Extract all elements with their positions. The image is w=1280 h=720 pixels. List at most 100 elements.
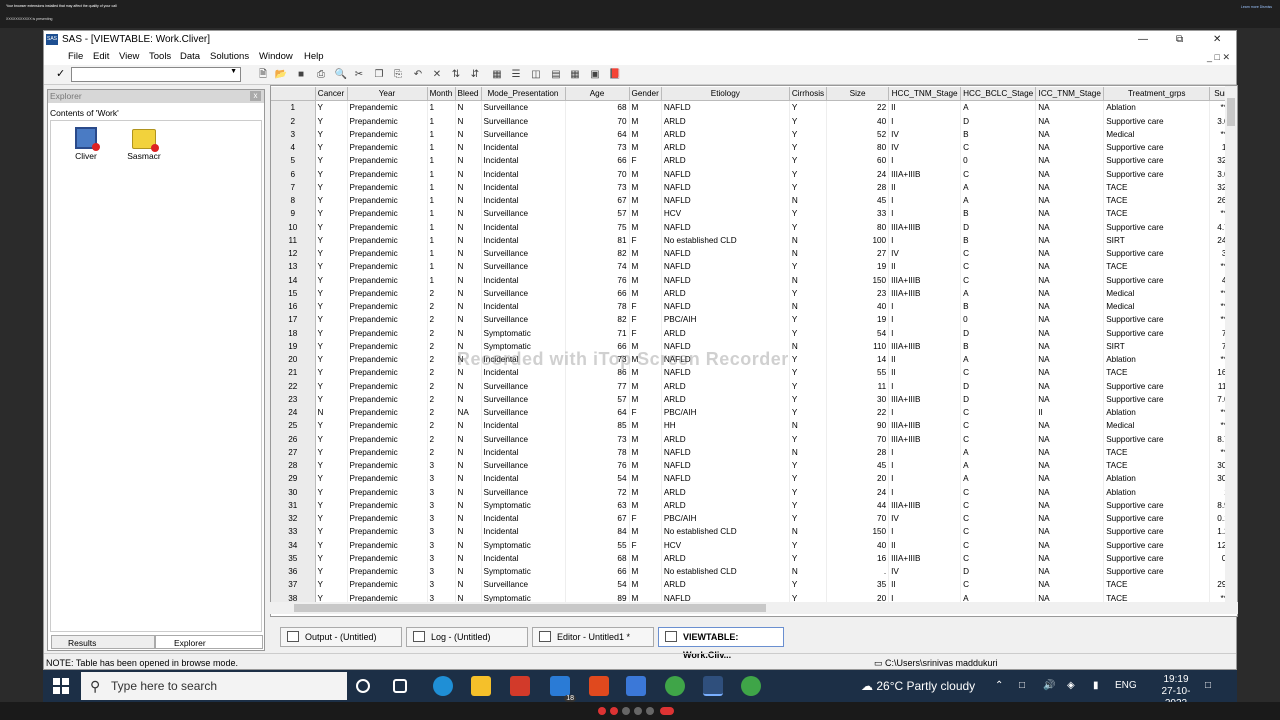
row-number[interactable]: 18 <box>271 326 316 340</box>
row-number[interactable]: 9 <box>271 207 316 221</box>
save-icon[interactable]: ■ <box>294 68 308 81</box>
tab-viewtable[interactable]: VIEWTABLE: Work.Cliv... <box>658 627 784 660</box>
table-row[interactable]: 2 Y Prepandemic 1 N Surveillance 70 M ARLD Y 40 I D N… <box>271 114 1237 128</box>
table-row[interactable]: 13 Y Prepandemic 1 N Surveillance 74 M NAFLD Y 19 I… <box>271 260 1237 274</box>
notice-actions[interactable]: Learn more Dismiss <box>1241 5 1272 9</box>
scroll-thumb[interactable] <box>294 604 766 612</box>
row-number[interactable]: 35 <box>271 551 316 565</box>
column-header[interactable]: Etiology <box>661 87 790 102</box>
menu-view[interactable]: View <box>119 49 139 65</box>
row-number[interactable]: 17 <box>271 313 316 327</box>
row-number[interactable]: 32 <box>271 512 316 526</box>
chevron-up-icon[interactable]: ⌃ <box>995 670 1003 702</box>
mail-icon[interactable]: 18 <box>550 676 576 702</box>
command-box[interactable]: ▼ <box>71 67 241 82</box>
tab-output[interactable]: Output - (Untitled) <box>280 627 402 647</box>
open-icon[interactable]: 📂 <box>274 68 288 81</box>
row-number[interactable]: 1 <box>271 100 316 115</box>
row-number[interactable]: 34 <box>271 538 316 552</box>
table-row[interactable]: 33 Y Prepandemic 3 N Incidental 84 M No establis… <box>271 525 1237 539</box>
table-row[interactable]: 24 N Prepandemic 2 NA Surveillance 64 F PBC/AIH Y… <box>271 406 1237 420</box>
delete-icon[interactable]: ✕ <box>430 68 444 81</box>
close-icon[interactable]: x <box>250 91 261 101</box>
network-icon[interactable]: ◈ <box>1067 670 1075 702</box>
menu-edit[interactable]: Edit <box>93 49 109 65</box>
row-number[interactable]: 36 <box>271 565 316 579</box>
dropdown-arrow-icon[interactable]: ▼ <box>230 68 237 75</box>
column-header[interactable]: Size <box>826 87 890 102</box>
table-row[interactable]: 34 Y Prepandemic 3 N Symptomatic 55 F HCV Y 40 II C N… <box>271 538 1237 552</box>
table-row[interactable]: 30 Y Prepandemic 3 N Surveillance 72 M ARLD Y 24 I C… <box>271 485 1237 499</box>
table-view-icon[interactable]: ▦ <box>490 68 504 81</box>
minimize-button[interactable]: — <box>1138 31 1148 49</box>
chrome-icon[interactable] <box>665 676 685 696</box>
notifications-icon[interactable]: □ <box>1205 670 1211 702</box>
table-row[interactable]: 37 Y Prepandemic 3 N Surveillance 54 M ARLD Y 35 II… <box>271 578 1237 592</box>
row-number[interactable]: 21 <box>271 366 316 380</box>
row-number[interactable]: 24 <box>271 406 316 420</box>
column-header[interactable]: HCC_BCLC_Stage <box>960 87 1037 102</box>
column-header[interactable]: Cancer <box>315 87 348 102</box>
scroll-thumb[interactable] <box>1227 98 1235 126</box>
row-number[interactable]: 7 <box>271 180 316 194</box>
find-icon[interactable]: ▣ <box>588 68 602 81</box>
mic-icon[interactable] <box>610 707 618 715</box>
horizontal-scrollbar[interactable] <box>270 602 1238 614</box>
print-preview-icon[interactable]: 🔍 <box>334 68 348 81</box>
edge-icon[interactable] <box>433 676 453 696</box>
column-header[interactable]: Mode_Presentation <box>481 87 566 102</box>
table-row[interactable]: 5 Y Prepandemic 1 N Incidental 66 F ARLD Y 60 I 0 NA S… <box>271 154 1237 168</box>
store-icon[interactable] <box>626 676 646 696</box>
table-row[interactable]: 6 Y Prepandemic 1 N Incidental 70 M NAFLD Y 24 IIIA… <box>271 167 1237 181</box>
record-icon[interactable] <box>598 707 606 715</box>
table-row[interactable]: 9 Y Prepandemic 1 N Surveillance 57 M HCV Y 33 I B NA… <box>271 207 1237 221</box>
office-icon[interactable] <box>589 676 609 696</box>
table-row[interactable]: 17 Y Prepandemic 2 N Surveillance 82 F PBC/AIH Y 1… <box>271 313 1237 327</box>
row-number[interactable]: 29 <box>271 472 316 486</box>
row-number[interactable]: 13 <box>271 260 316 274</box>
row-number[interactable]: 33 <box>271 525 316 539</box>
row-number[interactable]: 19 <box>271 339 316 353</box>
file-explorer-icon[interactable] <box>471 676 491 696</box>
column-header[interactable]: Year <box>347 87 428 102</box>
table-row[interactable]: 11 Y Prepandemic 1 N Incidental 81 F No establis… <box>271 233 1237 247</box>
row-number[interactable]: 6 <box>271 167 316 181</box>
table-row[interactable]: 12 Y Prepandemic 1 N Surveillance 82 M NAFLD N 27 I… <box>271 247 1237 261</box>
acrobat-icon[interactable] <box>510 676 530 696</box>
table-row[interactable]: 16 Y Prepandemic 2 N Incidental 78 F NAFLD N 40 I B N… <box>271 300 1237 314</box>
row-number[interactable]: 25 <box>271 419 316 433</box>
taskbar-search[interactable]: ⚲ Type here to search <box>81 672 347 700</box>
vertical-scrollbar[interactable] <box>1225 86 1237 604</box>
grid-icon[interactable]: ▦ <box>568 68 582 81</box>
battery-icon[interactable]: ▮ <box>1093 670 1099 702</box>
windows-start-icon[interactable] <box>53 678 69 694</box>
row-number[interactable]: 20 <box>271 353 316 367</box>
row-number[interactable]: 12 <box>271 247 316 261</box>
tab-results[interactable]: Results <box>51 635 155 649</box>
column-header[interactable]: Age <box>565 87 630 102</box>
catalog-sasmacr[interactable]: Sasmacr <box>119 127 169 161</box>
row-number[interactable]: 22 <box>271 379 316 393</box>
column-icon[interactable]: ◫ <box>529 68 543 81</box>
sort-descending-icon[interactable]: ⇵ <box>468 68 482 81</box>
end-call-icon[interactable] <box>660 707 674 715</box>
print-icon[interactable]: ⎙ <box>314 68 328 81</box>
table-row[interactable]: 22 Y Prepandemic 2 N Surveillance 77 M ARLD Y 11 I D… <box>271 379 1237 393</box>
new-icon[interactable]: 🗎 <box>256 68 270 81</box>
table-row[interactable]: 26 Y Prepandemic 2 N Surveillance 73 M ARLD Y 70 II… <box>271 432 1237 446</box>
row-number[interactable]: 14 <box>271 273 316 287</box>
widgets-icon[interactable] <box>393 679 407 693</box>
speaker-icon[interactable]: 🔊 <box>1043 670 1055 702</box>
row-number[interactable]: 37 <box>271 578 316 592</box>
copy-icon[interactable]: ❐ <box>372 68 386 81</box>
sas-taskbar-icon[interactable] <box>703 676 723 696</box>
table-row[interactable]: 23 Y Prepandemic 2 N Surveillance 57 M ARLD Y 30 II… <box>271 392 1237 406</box>
form-view-icon[interactable]: ☰ <box>509 68 523 81</box>
close-button[interactable]: ✕ <box>1213 31 1221 49</box>
column-header[interactable]: Gender <box>629 87 662 102</box>
column-header[interactable]: Bleed <box>455 87 482 102</box>
row-number[interactable]: 16 <box>271 300 316 314</box>
table-row[interactable]: 10 Y Prepandemic 1 N Incidental 75 M NAFLD Y 80 III… <box>271 220 1237 234</box>
column-header[interactable]: Treatment_grps <box>1103 87 1211 102</box>
table-row[interactable]: 8 Y Prepandemic 1 N Incidental 67 M NAFLD N 45 I A NA… <box>271 194 1237 208</box>
